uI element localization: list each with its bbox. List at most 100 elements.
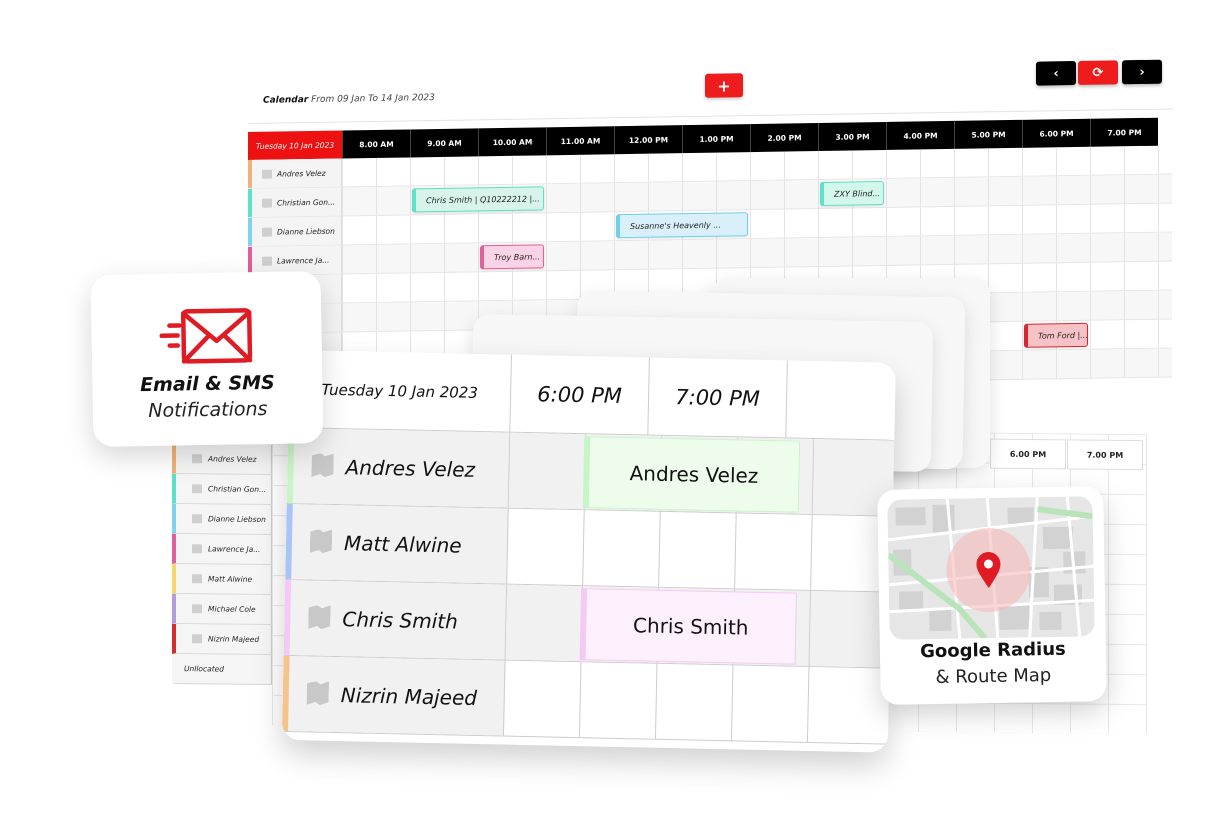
time-slot[interactable] — [731, 665, 810, 742]
hour-header: 5.00 PM — [954, 119, 1022, 149]
resource-name: Matt Alwine — [343, 530, 462, 558]
time-column-header: 7:00 PM — [648, 357, 788, 438]
hour-header: 11.00 AM — [546, 126, 614, 156]
email-card-title: Email & SMS — [139, 371, 275, 397]
resource-name: Andres Velez — [345, 454, 476, 482]
resource-name: Chris Smith — [342, 606, 459, 634]
resource-name: Christian Gon... — [277, 197, 336, 208]
resource-cell[interactable]: Andres Velez — [172, 444, 272, 476]
resource-cell[interactable]: Dianne Liebson — [248, 216, 342, 246]
map-image — [887, 496, 1095, 640]
resource-cell[interactable]: Christian Gon... — [248, 187, 342, 217]
flag-icon — [262, 169, 272, 179]
map-feature-card: Google Radius & Route Map — [877, 486, 1107, 705]
flag-icon — [192, 484, 202, 494]
time-slot[interactable] — [808, 667, 890, 744]
flag-icon — [192, 514, 202, 524]
previous-button[interactable]: ‹ — [1036, 60, 1076, 86]
calendar-event[interactable]: ZXY Blind... — [820, 181, 884, 207]
schedule-row: Andres Velez Andres Velez — [286, 427, 895, 517]
hour-header: 12.00 PM — [614, 125, 682, 155]
time-slot[interactable] — [503, 660, 582, 738]
time-column-header: 6:00 PM — [510, 354, 650, 435]
chevron-right-icon: › — [1139, 64, 1145, 80]
add-event-button[interactable]: + — [705, 73, 743, 98]
resource-cell[interactable]: Matt Alwine — [172, 564, 272, 596]
chevron-left-icon: ‹ — [1053, 65, 1059, 81]
refresh-icon: ⟳ — [1092, 65, 1104, 81]
flag-icon — [307, 681, 330, 707]
empty-header-cell — [786, 360, 896, 439]
next-button[interactable]: › — [1122, 59, 1162, 85]
hour-header: 2.00 PM — [750, 123, 818, 153]
resource-cell[interactable]: Andres Velez — [248, 158, 342, 188]
calendar-event[interactable]: Tom Ford |... — [1024, 322, 1088, 348]
day-schedule-card: Tuesday 10 Jan 2023 6:00 PM 7:00 PM Andr… — [281, 350, 896, 753]
map-thumbnail — [887, 496, 1095, 640]
time-slot[interactable] — [507, 508, 585, 586]
resource-name: Andres Velez — [277, 168, 326, 179]
map-card-subtitle: & Route Map — [935, 664, 1052, 688]
resource-list: Andres Velez Christian Gon... Dianne Liebs… — [172, 444, 272, 686]
calendar-event[interactable]: Chris Smith | Q10222212 |... — [412, 186, 544, 213]
flag-icon — [192, 634, 202, 644]
flag-icon — [310, 529, 333, 555]
hour-header: 10.00 AM — [478, 127, 546, 157]
refresh-button[interactable]: ⟳ — [1078, 60, 1118, 85]
promo-stage: Calendar From 09 Jan To 14 Jan 2023 + ‹ … — [0, 0, 1226, 821]
calendar-title: Calendar From 09 Jan To 14 Jan 2023 — [263, 93, 435, 106]
time-slot[interactable] — [583, 510, 661, 587]
flag-icon — [308, 605, 331, 631]
email-card-subtitle: Notifications — [148, 397, 268, 423]
calendar-event[interactable]: Troy Barn... — [480, 244, 544, 270]
flag-icon — [262, 227, 272, 237]
schedule-row: Matt Alwine — [285, 503, 893, 593]
resource-name: Lawrence Ja... — [208, 544, 261, 554]
resource-cell[interactable]: Michael Cole — [172, 594, 272, 626]
resource-cell[interactable]: Andres Velez — [286, 427, 511, 508]
schedule-row: Chris Smith Chris Smith — [283, 579, 892, 669]
flag-icon — [192, 574, 202, 584]
resource-name: Dianne Liebson — [277, 226, 335, 237]
resource-name: Unllocated — [184, 664, 225, 674]
schedule-event[interactable]: Andres Velez — [582, 436, 801, 513]
hour-header: 3.00 PM — [818, 121, 886, 152]
flag-icon — [192, 544, 202, 554]
resource-name: Lawrence Ja... — [277, 255, 330, 266]
schedule-rows: Andres Velez Andres Velez Matt Alwine Chris… — [282, 427, 895, 745]
flag-icon — [262, 198, 272, 208]
resource-name: Michael Cole — [208, 604, 256, 614]
time-slot[interactable] — [508, 432, 587, 510]
map-card-title: Google Radius — [919, 638, 1066, 663]
resource-cell[interactable]: Matt Alwine — [285, 503, 509, 584]
time-slot[interactable] — [655, 663, 734, 741]
hour-header: 9.00 AM — [410, 128, 478, 158]
resource-name: Nizrin Majeed — [208, 634, 260, 644]
resource-cell[interactable]: Chris Smith — [283, 579, 508, 660]
current-day-label[interactable]: Tuesday 10 Jan 2023 — [248, 130, 342, 160]
resource-cell[interactable]: Lawrence Ja... — [172, 534, 272, 566]
resource-cell[interactable]: Christian Gon... — [172, 474, 272, 506]
resource-cell[interactable]: Dianne Liebson — [172, 504, 272, 536]
time-slot[interactable] — [735, 513, 813, 590]
resource-name: Dianne Liebson — [208, 514, 266, 524]
resource-name: Matt Alwine — [208, 574, 253, 584]
resource-name: Nizrin Majeed — [340, 682, 478, 710]
schedule-row: Nizrin Majeed — [282, 655, 890, 745]
email-sms-feature-card: Email & SMS Notifications — [90, 271, 324, 447]
flag-icon — [262, 256, 272, 266]
time-slot[interactable] — [579, 662, 658, 739]
resource-cell[interactable]: Nizrin Majeed — [172, 624, 272, 656]
calendar-title-label: Calendar — [263, 95, 309, 106]
time-slot[interactable] — [505, 584, 584, 662]
calendar-event[interactable]: Susanne's Heavenly ... — [616, 212, 748, 239]
plus-icon: + — [717, 75, 731, 96]
time-slot[interactable] — [659, 511, 737, 589]
flag-icon — [192, 454, 202, 464]
resource-cell[interactable]: Nizrin Majeed — [282, 655, 506, 736]
hour-header: 7.00 PM — [1067, 439, 1143, 471]
hour-header: 8.00 AM — [342, 129, 410, 159]
schedule-event[interactable]: Chris Smith — [579, 588, 798, 665]
resource-cell[interactable]: Unllocated — [172, 654, 272, 686]
flag-icon — [311, 453, 334, 479]
